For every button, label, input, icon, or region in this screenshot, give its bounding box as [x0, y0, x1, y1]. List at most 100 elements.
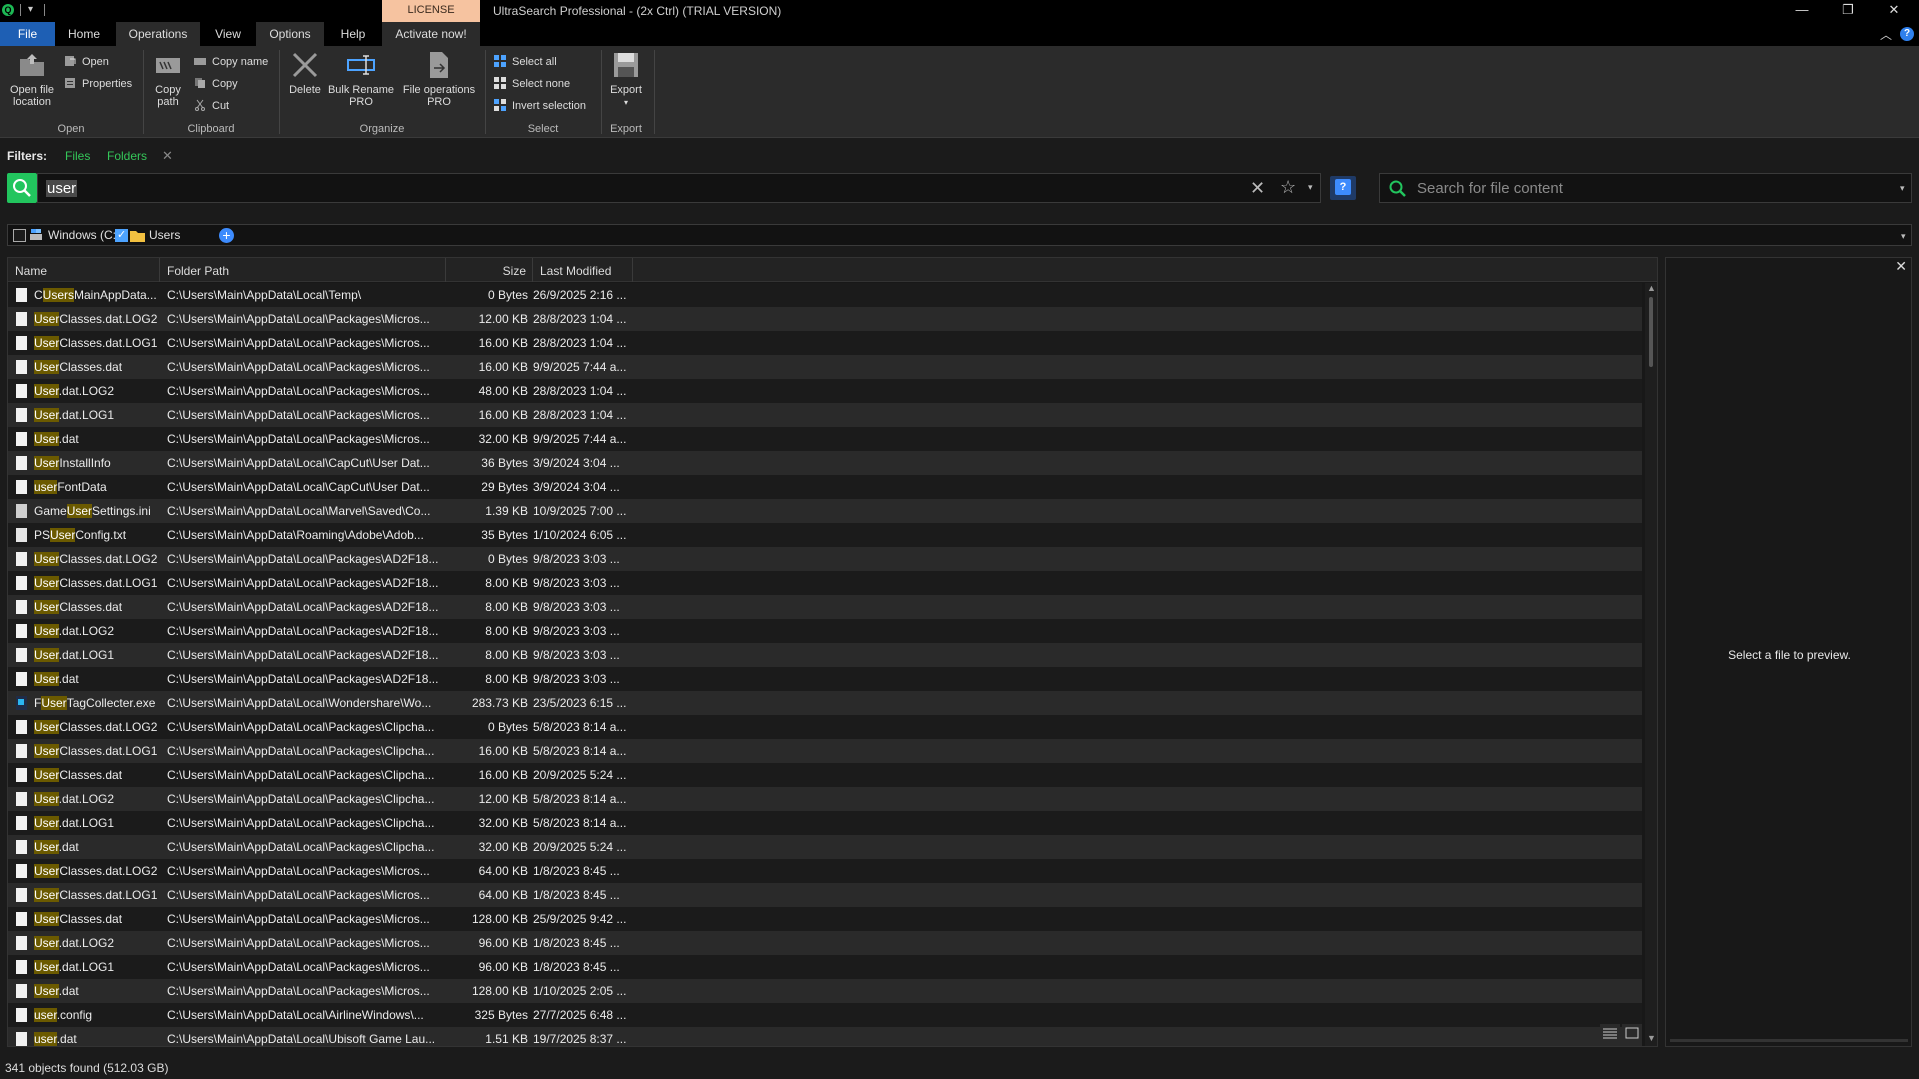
- column-header-folder-path[interactable]: Folder Path: [160, 258, 446, 282]
- close-button[interactable]: ✕: [1872, 0, 1916, 22]
- scroll-down-icon[interactable]: ▼: [1647, 1033, 1656, 1043]
- table-row[interactable]: UserClasses.dat.LOG1 C:\Users\Main\AppDat…: [8, 331, 1642, 355]
- invert-selection-button[interactable]: Invert selection: [494, 98, 586, 114]
- table-row[interactable]: User.dat.LOG1 C:\Users\Main\AppData\Local…: [8, 403, 1642, 427]
- table-row[interactable]: User.dat C:\Users\Main\AppData\Local\Pack…: [8, 979, 1642, 1003]
- properties-button[interactable]: Properties: [64, 76, 132, 92]
- favorite-star-icon[interactable]: ☆: [1280, 177, 1296, 198]
- content-search-box[interactable]: ▾: [1379, 173, 1912, 203]
- filter-folders[interactable]: Folders: [107, 149, 147, 163]
- column-header-last-modified[interactable]: Last Modified: [533, 258, 633, 282]
- table-row[interactable]: UserClasses.dat C:\Users\Main\AppData\Loc…: [8, 595, 1642, 619]
- table-row[interactable]: UserInstallInfo C:\Users\Main\AppData\Loc…: [8, 451, 1642, 475]
- add-location-icon[interactable]: +: [219, 228, 234, 243]
- table-row[interactable]: UserClasses.dat C:\Users\Main\AppData\Loc…: [8, 763, 1642, 787]
- search-help-button[interactable]: ?: [1330, 176, 1356, 200]
- filter-files[interactable]: Files: [65, 149, 90, 163]
- details-view-button[interactable]: [1600, 1024, 1620, 1042]
- copy-path-button[interactable]: Copy path: [148, 50, 188, 108]
- clear-search-icon[interactable]: ✕: [1250, 178, 1265, 199]
- export-button[interactable]: Export ▾: [604, 50, 648, 109]
- tab-activate-now[interactable]: Activate now!: [382, 22, 480, 46]
- delete-button[interactable]: Delete: [284, 50, 326, 96]
- file-size: 32.00 KB: [478, 432, 528, 446]
- table-row[interactable]: UserClasses.dat C:\Users\Main\AppData\Loc…: [8, 355, 1642, 379]
- location-label-users[interactable]: Users: [149, 228, 180, 242]
- location-label-windows-c[interactable]: Windows (C:): [48, 228, 120, 242]
- content-search-dropdown-icon[interactable]: ▾: [1900, 183, 1905, 194]
- app-logo-icon[interactable]: Q: [2, 4, 14, 16]
- collapse-ribbon-icon[interactable]: ︿: [1880, 26, 1892, 43]
- quick-access-dropdown-icon[interactable]: ▾: [28, 4, 33, 15]
- help-icon[interactable]: ?: [1900, 27, 1914, 41]
- open-button[interactable]: Open: [64, 54, 109, 70]
- tab-help[interactable]: Help: [330, 22, 376, 46]
- select-all-button[interactable]: Select all: [494, 54, 557, 70]
- table-row[interactable]: User.dat.LOG2 C:\Users\Main\AppData\Local…: [8, 379, 1642, 403]
- tab-home[interactable]: Home: [58, 22, 110, 46]
- table-row[interactable]: UserClasses.dat.LOG1 C:\Users\Main\AppDat…: [8, 571, 1642, 595]
- preview-horizontal-scrollbar[interactable]: [1670, 1039, 1908, 1042]
- table-row[interactable]: UserClasses.dat.LOG2 C:\Users\Main\AppDat…: [8, 547, 1642, 571]
- file-size: 1.51 KB: [485, 1032, 528, 1046]
- table-row[interactable]: user.config C:\Users\Main\AppData\Local\A…: [8, 1003, 1642, 1027]
- tab-view[interactable]: View: [206, 22, 250, 46]
- select-none-button[interactable]: Select none: [494, 76, 570, 92]
- close-preview-icon[interactable]: ✕: [1895, 258, 1907, 275]
- thumbnail-view-button[interactable]: [1622, 1024, 1642, 1042]
- table-row[interactable]: User.dat.LOG1 C:\Users\Main\AppData\Local…: [8, 955, 1642, 979]
- copy-button[interactable]: Copy: [194, 76, 238, 92]
- cut-button[interactable]: Cut: [194, 98, 229, 114]
- file-operations-button[interactable]: File operations PRO: [398, 50, 480, 108]
- vertical-scrollbar[interactable]: ▲ ▼: [1645, 283, 1657, 1046]
- license-tab[interactable]: LICENSE: [382, 0, 480, 22]
- column-header-size[interactable]: Size: [446, 258, 533, 282]
- search-history-dropdown-icon[interactable]: ▾: [1308, 182, 1313, 193]
- location-checkbox-users[interactable]: [115, 228, 128, 242]
- table-row[interactable]: User.dat C:\Users\Main\AppData\Local\Pack…: [8, 427, 1642, 451]
- table-row[interactable]: UserClasses.dat C:\Users\Main\AppData\Loc…: [8, 907, 1642, 931]
- search-input[interactable]: user: [46, 180, 78, 197]
- table-row[interactable]: User.dat.LOG2 C:\Users\Main\AppData\Local…: [8, 787, 1642, 811]
- file-name-suffix: .config: [56, 1008, 93, 1022]
- tab-operations[interactable]: Operations: [116, 22, 200, 46]
- content-search-input[interactable]: [1417, 178, 1877, 198]
- bulk-rename-button[interactable]: Bulk Rename PRO: [326, 50, 396, 108]
- folder-path: C:\Users\Main\AppData\Local\CapCut\User …: [167, 480, 430, 494]
- column-header-name[interactable]: Name: [8, 258, 160, 282]
- tab-options[interactable]: Options: [256, 22, 324, 46]
- table-row[interactable]: User.dat C:\Users\Main\AppData\Local\Pack…: [8, 667, 1642, 691]
- table-row[interactable]: User.dat.LOG1 C:\Users\Main\AppData\Local…: [8, 811, 1642, 835]
- table-row[interactable]: User.dat.LOG2 C:\Users\Main\AppData\Local…: [8, 931, 1642, 955]
- table-row[interactable]: User.dat C:\Users\Main\AppData\Local\Pack…: [8, 835, 1642, 859]
- table-row[interactable]: FUserTagCollecter.exe C:\Users\Main\AppDa…: [8, 691, 1642, 715]
- copy-name-button[interactable]: Copy name: [194, 54, 268, 70]
- table-row[interactable]: User.dat.LOG1 C:\Users\Main\AppData\Local…: [8, 643, 1642, 667]
- search-button[interactable]: [7, 173, 37, 203]
- table-row[interactable]: CUsersMainAppData... C:\Users\Main\AppDat…: [8, 283, 1642, 307]
- table-row[interactable]: UserClasses.dat.LOG1 C:\Users\Main\AppDat…: [8, 883, 1642, 907]
- table-row[interactable]: user.dat C:\Users\Main\AppData\Local\Ubis…: [8, 1027, 1642, 1046]
- file-icon: [16, 984, 27, 998]
- open-file-location-button[interactable]: Open file location: [2, 50, 62, 108]
- table-row[interactable]: GameUserSettings.ini C:\Users\Main\AppDat…: [8, 499, 1642, 523]
- select-all-label: Select all: [512, 56, 557, 68]
- scrollbar-thumb[interactable]: [1649, 297, 1653, 367]
- locations-dropdown-icon[interactable]: ▾: [1901, 231, 1906, 242]
- table-row[interactable]: PSUserConfig.txt C:\Users\Main\AppData\Ro…: [8, 523, 1642, 547]
- table-row[interactable]: UserClasses.dat.LOG2 C:\Users\Main\AppDat…: [8, 715, 1642, 739]
- maximize-button[interactable]: ❐: [1826, 0, 1870, 22]
- location-checkbox-windows-c[interactable]: [13, 229, 26, 242]
- search-box[interactable]: user ✕ ☆ ▾: [37, 173, 1321, 203]
- filters-bar: Filters: Files Folders ✕: [0, 147, 600, 165]
- table-row[interactable]: UserClasses.dat.LOG2 C:\Users\Main\AppDat…: [8, 307, 1642, 331]
- table-row[interactable]: userFontData C:\Users\Main\AppData\Local\…: [8, 475, 1642, 499]
- table-row[interactable]: UserClasses.dat.LOG2 C:\Users\Main\AppDat…: [8, 859, 1642, 883]
- quick-access-separator: [44, 4, 45, 16]
- scroll-up-icon[interactable]: ▲: [1647, 283, 1656, 293]
- minimize-button[interactable]: —: [1780, 0, 1824, 22]
- tab-file[interactable]: File: [0, 22, 55, 46]
- table-row[interactable]: User.dat.LOG2 C:\Users\Main\AppData\Local…: [8, 619, 1642, 643]
- clear-filters-icon[interactable]: ✕: [162, 148, 173, 164]
- table-row[interactable]: UserClasses.dat.LOG1 C:\Users\Main\AppDat…: [8, 739, 1642, 763]
